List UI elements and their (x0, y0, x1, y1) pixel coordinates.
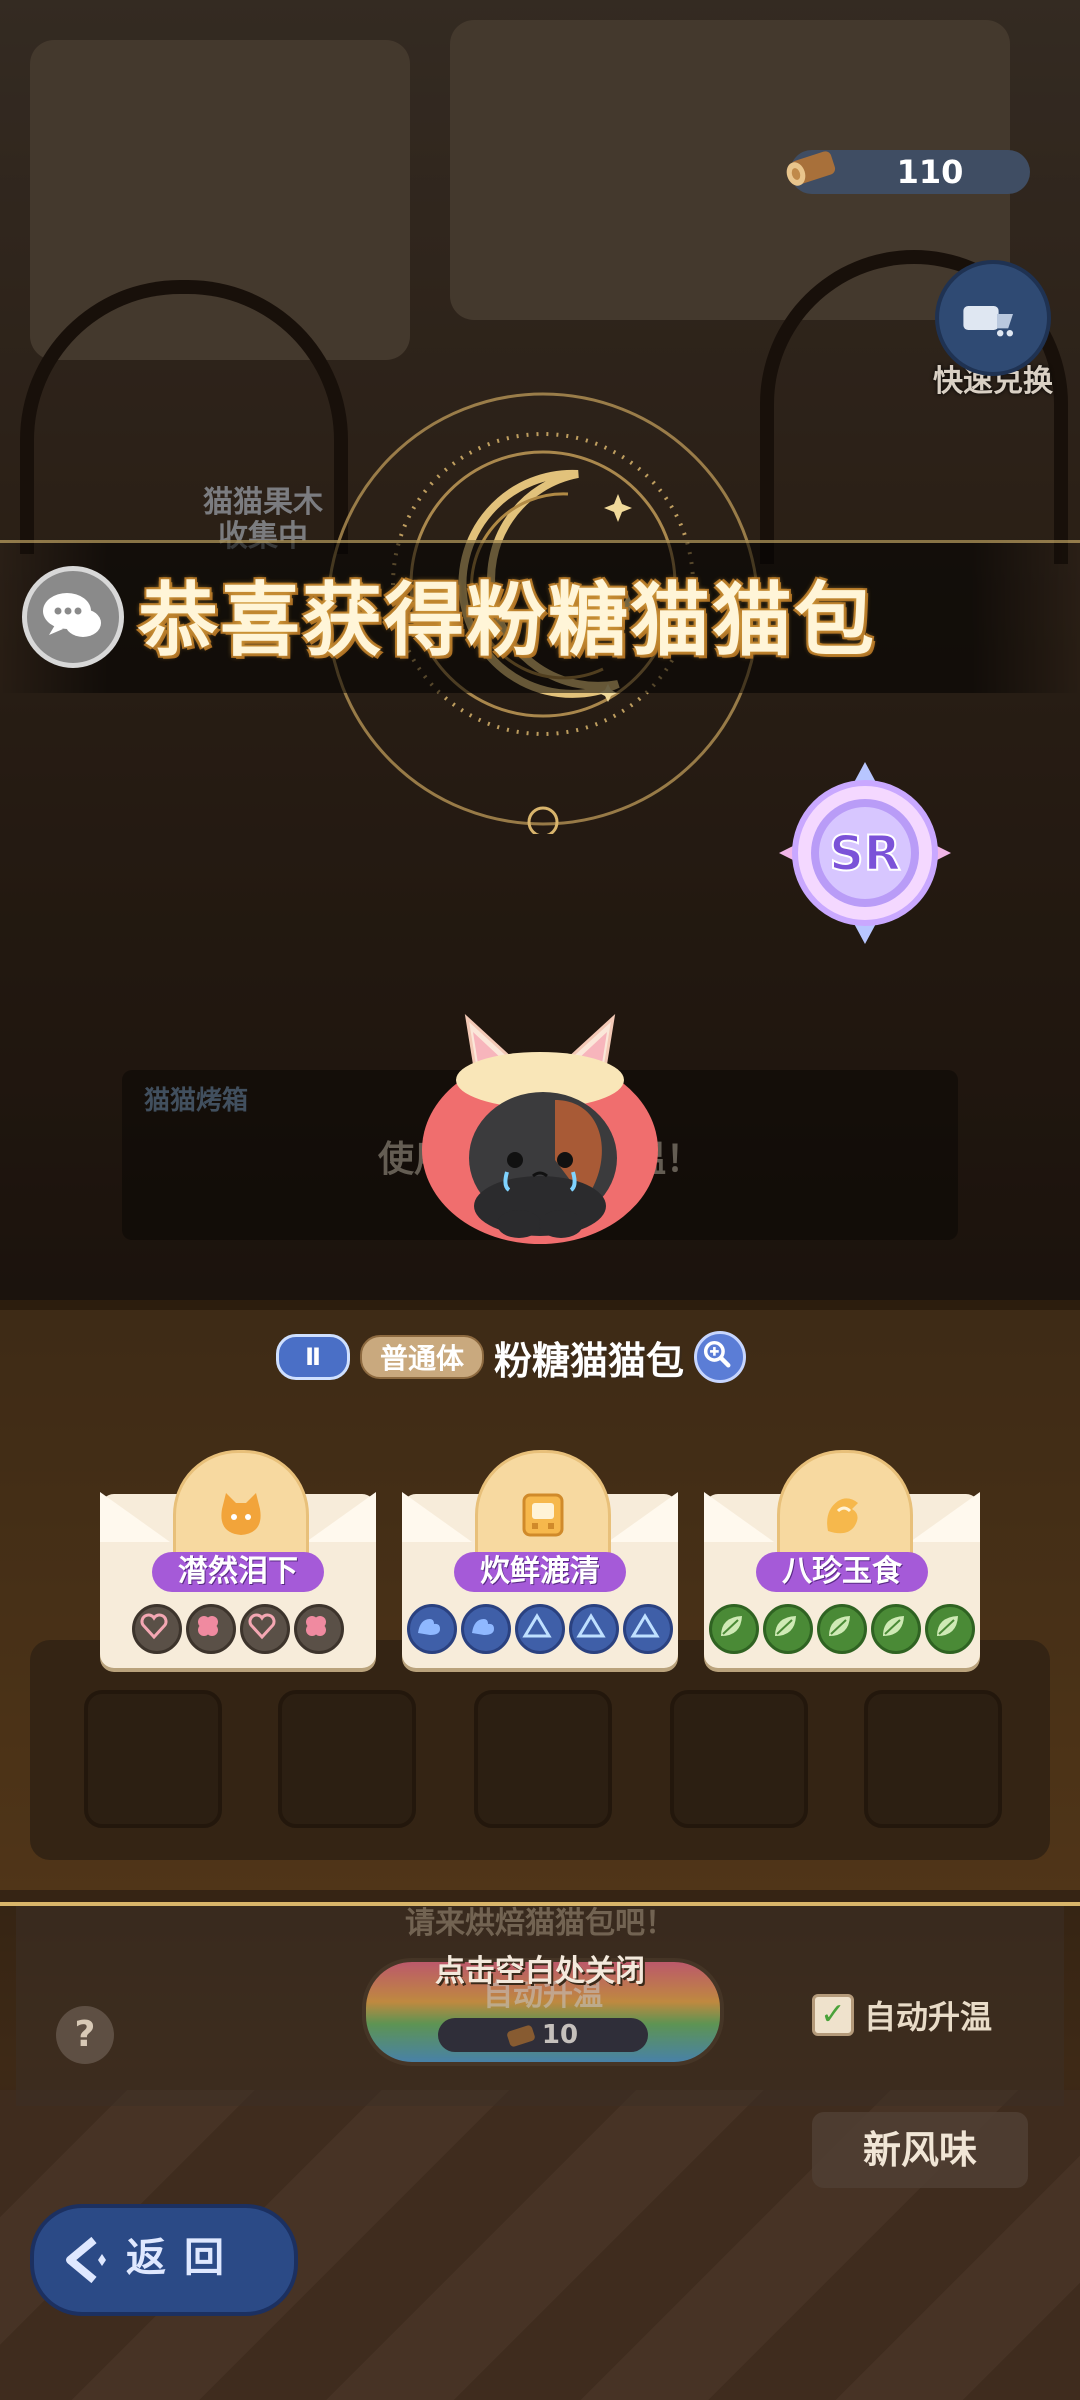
character-name-row: Ⅱ 普通体 粉糖猫猫包 (276, 1331, 747, 1383)
leaf-icon (817, 1604, 867, 1654)
trait-title: 炊鲜漉清 (454, 1552, 626, 1592)
zoom-button[interactable] (694, 1331, 747, 1383)
auto-heat-toggle[interactable]: ✓ 自动升温 (812, 1992, 992, 2038)
magnifier-icon (703, 1340, 731, 1368)
checkbox-checked-icon[interactable]: ✓ (812, 1994, 854, 2036)
back-arrow-icon (66, 2236, 106, 2284)
new-flavor-button[interactable]: 新风味 (812, 2112, 1028, 2188)
trait-card[interactable]: 炊鲜漉清 (402, 1450, 678, 1668)
chef-hand-icon (827, 1498, 858, 1534)
exchange-icon (935, 260, 1051, 376)
trait-title: 八珍玉食 (756, 1552, 928, 1592)
muscle-icon (407, 1604, 457, 1654)
trait-card[interactable]: 八珍玉食 (704, 1450, 980, 1668)
quick-exchange-button[interactable]: 快速兑换 (918, 260, 1068, 400)
chat-button[interactable] (22, 566, 124, 668)
wood-log-icon (786, 151, 836, 186)
trait-icons (402, 1604, 678, 1654)
rarity-text: SR (829, 826, 901, 882)
oven-label: 猫猫烤箱 (144, 1086, 249, 1116)
auto-heat-cost: 10 (438, 2018, 648, 2052)
triangle-icon (623, 1604, 673, 1654)
leaf-icon (763, 1604, 813, 1654)
wood-log-icon (506, 2023, 536, 2048)
muscle-icon (461, 1604, 511, 1654)
trait-title: 潸然泪下 (152, 1552, 324, 1592)
rarity-badge: SR (779, 762, 951, 944)
wood-count: 110 (896, 153, 964, 191)
chat-bubble-icon (43, 593, 101, 637)
help-button[interactable]: ? (56, 2006, 114, 2064)
tier-badge: Ⅱ (276, 1334, 350, 1380)
leaf-icon (871, 1604, 921, 1654)
leaf-icon (709, 1604, 759, 1654)
heart-icon (132, 1604, 182, 1654)
heart-icon (240, 1604, 290, 1654)
wood-currency: 110 (786, 150, 1030, 194)
brain-icon (294, 1604, 344, 1654)
banner-title: 恭喜获得粉糖猫猫包 (138, 574, 876, 667)
triangle-icon (515, 1604, 565, 1654)
trait-icons (704, 1604, 980, 1654)
cat-face-icon (221, 1493, 261, 1535)
leaf-icon (925, 1604, 975, 1654)
trait-icons (100, 1604, 376, 1654)
trait-card[interactable]: 潸然泪下 (100, 1450, 376, 1668)
triangle-icon (569, 1604, 619, 1654)
stove-icon (522, 1493, 564, 1537)
back-button[interactable]: 返回 (30, 2204, 298, 2316)
tap-to-close-hint[interactable]: 点击空白处关闭 (0, 1946, 1080, 1990)
brain-icon (186, 1604, 236, 1654)
back-label: 返回 (126, 2235, 242, 2281)
auto-heat-toggle-label: 自动升温 (864, 1998, 993, 2036)
cat-bun-character (422, 1013, 658, 1244)
character-name: 粉糖猫猫包 (494, 1338, 685, 1383)
bake-hint: 请来烘焙猫猫包吧！ (405, 1906, 675, 1941)
body-type-tag: 普通体 (360, 1335, 485, 1379)
